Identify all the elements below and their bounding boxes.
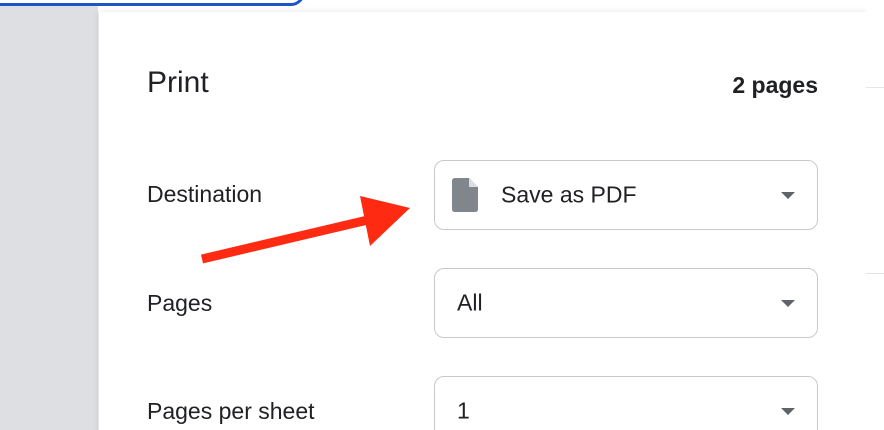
destination-select[interactable]: Save as PDF (434, 160, 818, 230)
partial-outlined-element (0, 0, 305, 6)
chevron-down-icon (781, 408, 795, 415)
right-edge-strip (866, 0, 884, 430)
chevron-down-icon (781, 300, 795, 307)
chevron-down-icon (781, 192, 795, 199)
right-edge-divider (866, 87, 884, 88)
right-edge-divider-2 (866, 273, 884, 274)
pages-per-sheet-value: 1 (457, 397, 470, 424)
pages-select[interactable]: All (434, 268, 818, 338)
page-backdrop (0, 0, 98, 430)
destination-value: Save as PDF (501, 181, 637, 208)
destination-label: Destination (147, 181, 263, 207)
pages-per-sheet-select[interactable]: 1 (434, 376, 818, 430)
dialog-title: Print (147, 66, 209, 99)
page-count: 2 pages (732, 72, 818, 98)
pages-per-sheet-label: Pages per sheet (147, 398, 315, 424)
pages-label: Pages (147, 290, 213, 316)
pages-value: All (457, 289, 483, 316)
file-icon (452, 178, 478, 212)
